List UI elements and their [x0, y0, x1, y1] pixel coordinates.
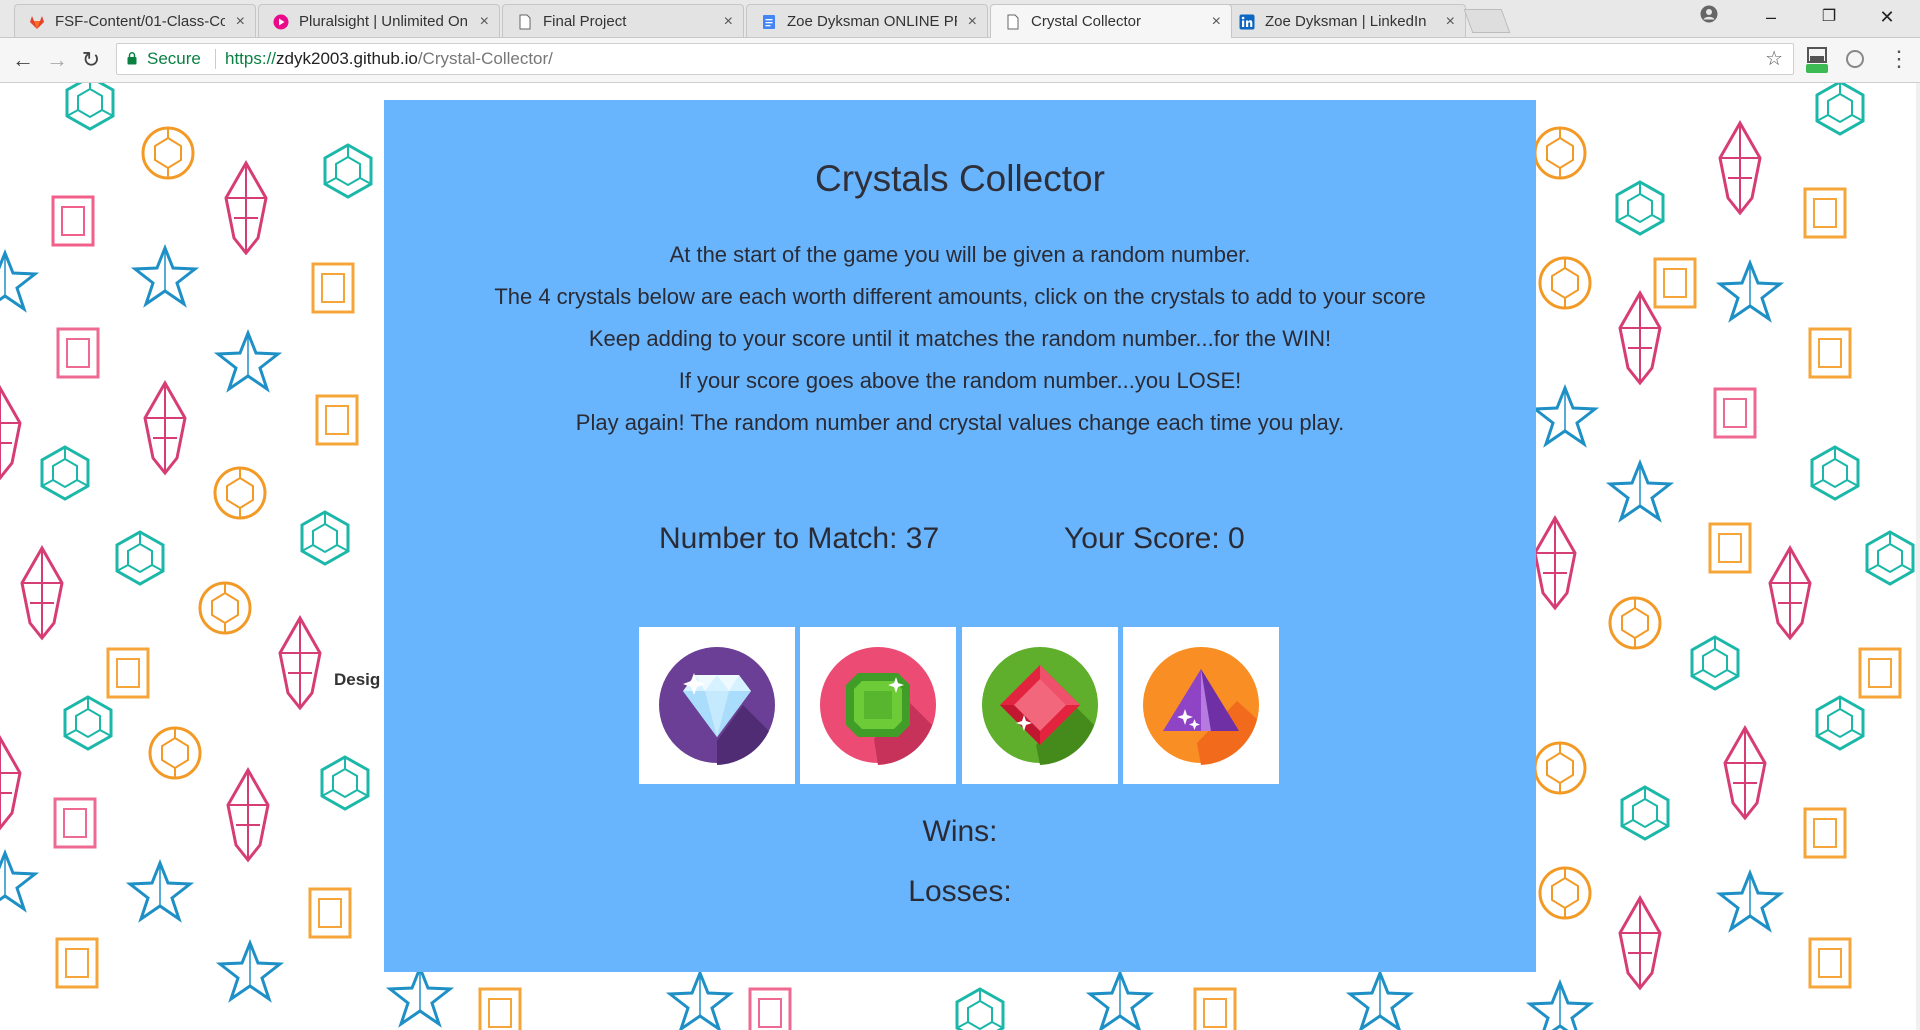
linkedin-icon [1239, 14, 1255, 30]
tab-final-project[interactable]: Final Project × [502, 4, 744, 37]
number-to-match-value: 37 [905, 522, 940, 555]
reload-button[interactable]: ↻ [76, 45, 106, 75]
tab-title: Zoe Dyksman | LinkedIn [1265, 13, 1427, 30]
url-path: /Crystal-Collector/ [417, 49, 553, 68]
bookmark-star-icon[interactable]: ☆ [1765, 44, 1783, 74]
ruby-crystal-icon [982, 647, 1098, 765]
close-icon[interactable]: × [236, 5, 245, 37]
tab-title: Zoe Dyksman ONLINE PR [787, 13, 957, 30]
wins-counter: Wins: [384, 815, 1536, 849]
tab-crystal-collector[interactable]: Crystal Collector × [990, 4, 1232, 38]
minimize-button[interactable]: – [1748, 2, 1794, 32]
restore-button[interactable]: ❐ [1806, 2, 1852, 32]
tab-strip: FSF-Content/01-Class-Co × Pluralsight | … [0, 0, 1920, 38]
instruction-line: If your score goes above the random numb… [678, 368, 1242, 393]
crystal-buttons [639, 627, 1279, 785]
tab-pluralsight[interactable]: Pluralsight | Unlimited On × [258, 4, 500, 37]
design-credit-text: Desig [334, 670, 381, 689]
url-text: https://zdyk2003.github.io/Crystal-Colle… [225, 44, 553, 74]
diamond-crystal-icon [659, 647, 775, 765]
your-score-value: 0 [1228, 522, 1245, 555]
close-icon[interactable]: × [968, 5, 977, 37]
tab-title: FSF-Content/01-Class-Co [55, 13, 225, 30]
instruction-line: Play again! The random number and crysta… [575, 410, 1345, 435]
crystal-button-4[interactable] [1123, 627, 1279, 784]
pluralsight-icon [273, 14, 289, 30]
page-title: Crystals Collector [815, 158, 1105, 199]
losses-label: Losses: [908, 875, 1012, 908]
tab-title: Pluralsight | Unlimited On [299, 13, 468, 30]
crystal-button-3[interactable] [962, 627, 1118, 784]
your-score-label: Your Score: [1064, 522, 1220, 555]
close-icon[interactable]: × [724, 5, 733, 37]
your-score: Your Score: 0 [1064, 522, 1245, 556]
url-host: zdyk2003.github.io [276, 49, 418, 68]
number-to-match-label: Number to Match: [659, 522, 898, 555]
wins-label: Wins: [922, 815, 998, 848]
address-bar[interactable]: Secure https://zdyk2003.github.io/Crysta… [116, 43, 1794, 75]
tab-online-pr[interactable]: Zoe Dyksman ONLINE PR × [746, 4, 988, 37]
menu-icon[interactable]: ⋮ [1888, 46, 1910, 72]
lock-icon [127, 52, 137, 65]
game-panel: Crystals Collector At the start of the g… [384, 100, 1536, 972]
number-to-match: Number to Match: 37 [659, 522, 939, 556]
tab-title: Crystal Collector [1031, 13, 1142, 30]
extension-icon[interactable] [1846, 50, 1864, 68]
tab-fsf-content[interactable]: FSF-Content/01-Class-Co × [14, 4, 256, 37]
extension-new-icon[interactable] [1806, 46, 1828, 74]
instruction-line: The 4 crystals below are each worth diff… [494, 284, 1426, 309]
browser-toolbar: ← → ↻ Secure https://zdyk2003.github.io/… [0, 38, 1920, 83]
close-window-button[interactable]: ✕ [1864, 2, 1910, 32]
instruction-line: Keep adding to your score until it match… [588, 326, 1332, 351]
forward-button[interactable]: → [42, 45, 72, 75]
crystal-button-1[interactable] [639, 627, 795, 784]
profile-icon[interactable] [1700, 5, 1718, 23]
page-viewport: Desig Crystals Collector At the start of… [0, 83, 1920, 1030]
amethyst-crystal-icon [1143, 647, 1259, 765]
crystal-button-2[interactable] [800, 627, 956, 784]
instructions: At the start of the game you will be giv… [384, 240, 1536, 450]
url-scheme: https:// [225, 49, 277, 68]
tab-title: Final Project [543, 13, 627, 30]
back-button[interactable]: ← [8, 45, 38, 75]
close-icon[interactable]: × [480, 5, 489, 37]
new-tab-button[interactable] [1463, 9, 1511, 33]
close-icon[interactable]: × [1212, 5, 1221, 38]
url-separator [215, 49, 216, 69]
gitlab-icon [30, 16, 44, 29]
instruction-line: At the start of the game you will be giv… [669, 242, 1251, 267]
losses-counter: Losses: [384, 875, 1536, 909]
secure-label: Secure [147, 49, 201, 68]
docs-icon [763, 15, 775, 29]
tab-linkedin[interactable]: Zoe Dyksman | LinkedIn × [1224, 4, 1466, 37]
page-scrollbar[interactable] [1916, 83, 1920, 1030]
close-icon[interactable]: × [1446, 5, 1455, 37]
emerald-crystal-icon [820, 647, 936, 765]
page-icon [519, 14, 531, 30]
page-icon [1007, 14, 1019, 30]
